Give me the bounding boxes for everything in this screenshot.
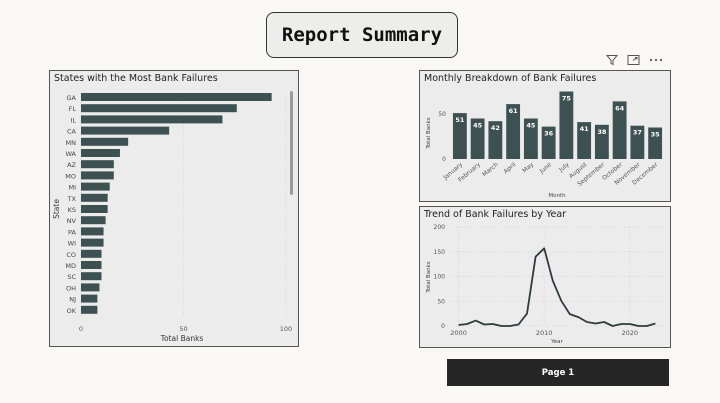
y-tick-label: 100 [434,274,446,281]
trend-chart-panel[interactable]: Trend of Bank Failures by Year 0 50 100 150… [419,206,671,348]
monthly-chart-panel[interactable]: Monthly Breakdown of Bank Failures 0 50 51… [419,70,671,202]
y-tick-label: WI [68,240,76,248]
y-tick-label: CO [66,251,76,259]
y-tick-label: NJ [69,296,76,304]
y-tick-label: 0 [441,323,445,330]
y-tick-label: KS [68,206,76,214]
y-axis-label: State [52,199,61,219]
x-axis-label: Total Banks [160,334,204,343]
series-line [458,247,656,327]
data-label: 35 [651,131,661,139]
y-tick-label: 200 [434,224,446,231]
x-tick-label: 2010 [536,329,553,337]
monthly-bar-chart: 05051January45February42March61April45Ma… [426,91,663,199]
x-tick-label: 2020 [621,329,638,337]
y-tick-label: CA [67,128,77,136]
y-tick-label: AZ [67,161,76,169]
data-label: 42 [491,124,500,132]
x-tick-label: 2000 [450,329,467,337]
x-tick-label: April [502,161,517,175]
bar [81,249,102,258]
y-tick-label: MO [65,172,76,180]
bar [81,160,114,169]
bar [81,238,104,247]
page-1-button[interactable]: Page 1 [447,359,669,386]
bar [81,193,108,202]
report-title: Report Summary [266,12,458,58]
x-tick-label: 0 [79,325,83,333]
bar [81,182,110,191]
y-tick-label: 50 [437,298,445,305]
y-tick-label: MI [68,184,76,192]
data-label: 38 [597,128,607,136]
y-tick-label: OH [66,284,76,292]
x-axis-label: Month [548,193,566,199]
bar [81,171,114,180]
filter-icon[interactable] [605,54,619,69]
data-label: 45 [473,122,483,130]
bar [81,283,100,292]
more-options-icon[interactable] [649,54,663,69]
bar [81,149,120,157]
bar [81,104,237,113]
x-tick-label: March [481,161,500,178]
y-tick-label: PA [68,228,77,236]
y-tick-label: 50 [438,111,446,118]
y-tick-label: TX [67,195,77,203]
y-tick-label: FL [69,105,77,113]
data-label: 36 [544,130,554,138]
x-tick-label: 100 [280,325,292,333]
focus-mode-icon[interactable] [627,54,640,69]
states-chart-panel[interactable]: States with the Most Bank Failures 0 50 10… [49,70,299,347]
data-label: 64 [615,104,625,112]
y-tick-label: SC [67,273,76,281]
x-axis-label: Year [550,339,563,345]
bar [81,227,104,236]
y-tick-label: IL [70,116,76,124]
y-tick-label: MN [66,139,77,147]
y-tick-label: 150 [434,249,446,256]
bar [81,261,102,269]
trend-line-chart: 0 50 100 150 200 2000 2010 2020 Year Total Banks [426,224,664,345]
data-label: 41 [580,125,590,133]
bar [81,205,108,213]
y-tick-label: GA [67,94,77,102]
x-tick-label: July [557,161,571,174]
states-bar-chart: 0 50 100 GA FL IL CA MN WA AZ MO MI TX KS NV PA WI CO MD SC… [52,91,293,343]
data-label: 45 [526,122,536,130]
y-tick-label: OK [67,307,77,315]
bar [81,93,272,101]
bar [81,137,129,146]
data-label: 51 [455,116,465,124]
bar [81,294,98,303]
bar [81,216,106,225]
scrollbar-thumb [290,91,293,195]
x-tick-label: June [538,161,554,176]
y-tick-label: MD [65,262,76,270]
y-axis-label: Total Banks [426,261,432,293]
x-tick-label: May [521,161,535,175]
y-axis-label: Total Banks [426,117,432,149]
data-label: 61 [509,107,519,115]
y-tick-label: 0 [442,156,446,163]
data-label: 75 [562,95,572,103]
bar [81,305,98,314]
y-tick-label: NV [67,217,77,225]
data-label: 37 [633,129,642,137]
bar [81,272,102,281]
x-tick-label: 50 [179,325,187,333]
bar [81,115,223,124]
y-tick-label: WA [65,150,76,158]
bar [81,126,170,135]
visual-toolbar [605,54,663,69]
